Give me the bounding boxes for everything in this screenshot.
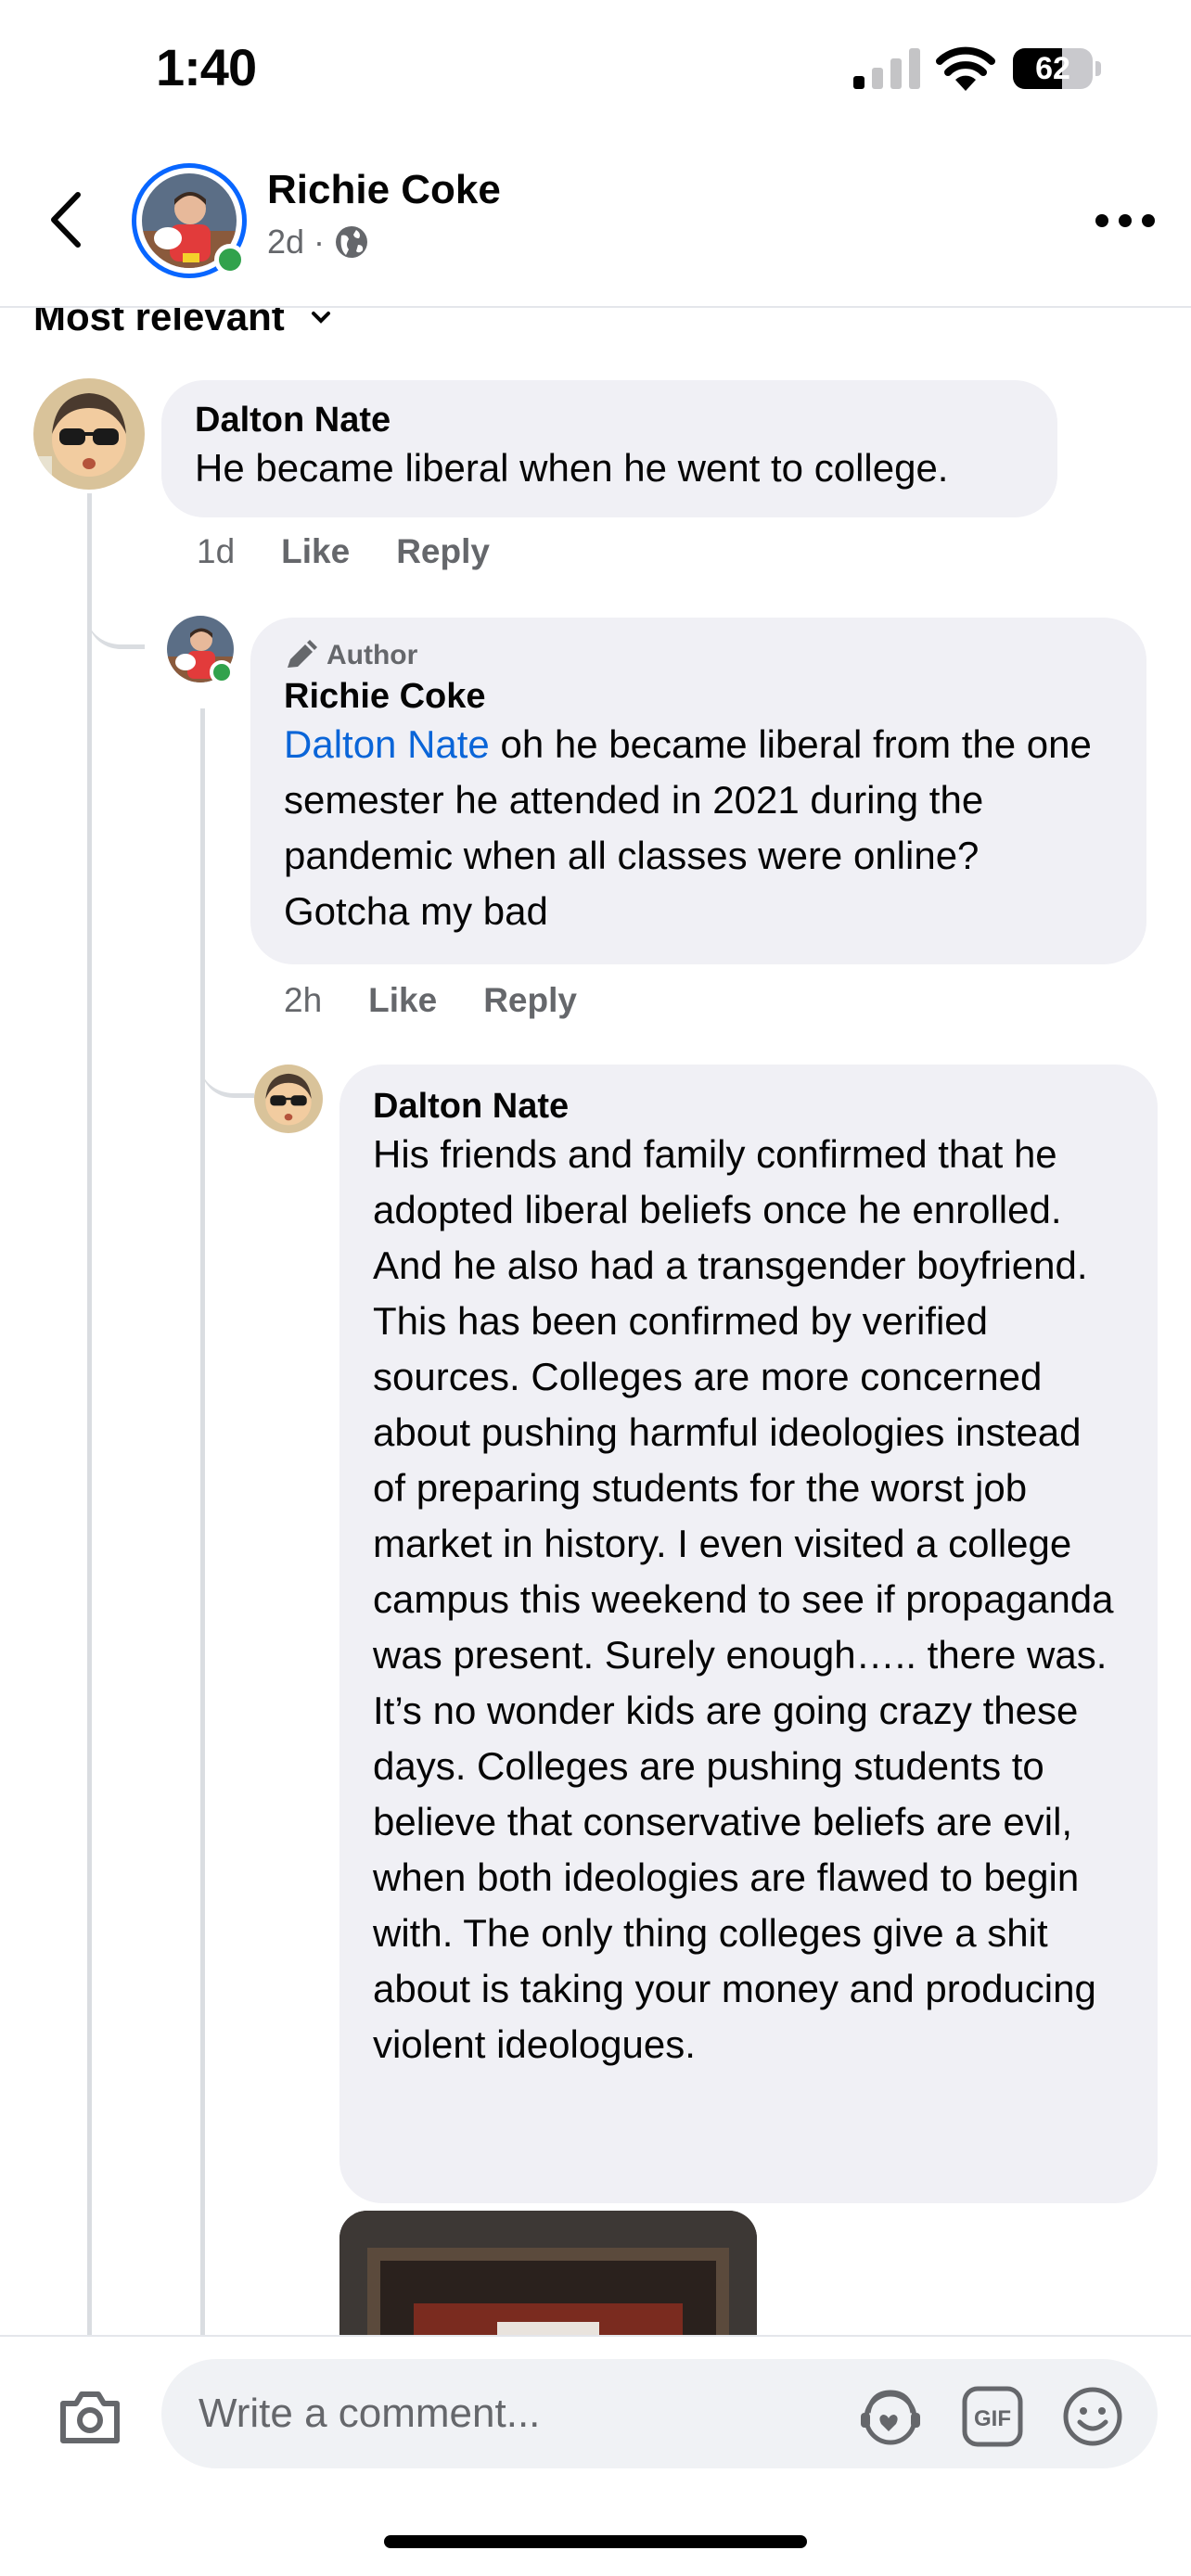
comment-actions: 2h Like Reply: [284, 981, 577, 1020]
online-status-dot: [210, 660, 234, 684]
thread-connector: [200, 1020, 254, 1098]
gif-icon[interactable]: GIF: [961, 2385, 1024, 2448]
globe-icon: [336, 226, 368, 258]
comment-text: His friends and family confirmed that he…: [373, 1132, 1114, 2066]
comment-text: He became liberal when he went to colleg…: [195, 446, 949, 490]
meta-separator: ·: [314, 223, 326, 261]
comment-bubble[interactable]: Dalton Nate He became liberal when he we…: [161, 380, 1057, 517]
like-button[interactable]: Like: [281, 532, 350, 571]
home-indicator[interactable]: [384, 2535, 807, 2548]
author-tag-label: Author: [327, 640, 418, 670]
reply-button[interactable]: Reply: [396, 532, 490, 571]
battery-icon: 62: [1013, 48, 1102, 89]
comment-author-name[interactable]: Dalton Nate: [195, 401, 1024, 440]
chevron-down-icon: [311, 312, 330, 324]
comment-composer: GIF: [0, 2335, 1191, 2576]
avatar-sticker-icon[interactable]: [859, 2385, 922, 2448]
svg-text:GIF: GIF: [974, 2406, 1011, 2431]
comment-bubble[interactable]: Dalton Nate His friends and family confi…: [339, 1065, 1158, 2203]
author-badge: Author: [284, 640, 1113, 671]
comment-text: Dalton Nate oh he became liberal from th…: [284, 717, 1113, 939]
like-button[interactable]: Like: [368, 981, 437, 1020]
reply-button[interactable]: Reply: [483, 981, 577, 1020]
status-time: 1:40: [156, 38, 257, 96]
comment-author-name[interactable]: Richie Coke: [284, 677, 1113, 717]
comment-actions: 1d Like Reply: [197, 532, 490, 571]
comment-time[interactable]: 2h: [284, 981, 322, 1020]
thread-line: [87, 493, 92, 2335]
emoji-icon[interactable]: [1061, 2385, 1124, 2448]
commenter-avatar[interactable]: [33, 378, 145, 490]
post-author-name[interactable]: Richie Coke: [267, 167, 501, 213]
comment-bubble[interactable]: Author Richie Coke Dalton Nate oh he bec…: [250, 618, 1146, 964]
status-bar: 1:40 62: [0, 0, 1191, 139]
back-button[interactable]: [39, 187, 95, 252]
pencil-icon: [288, 640, 317, 668]
camera-icon[interactable]: [58, 2389, 122, 2446]
commenter-avatar[interactable]: [254, 1065, 323, 1133]
thread-line: [200, 708, 205, 2335]
post-header: Richie Coke 2d ·: [0, 139, 1191, 308]
thread-connector: [87, 556, 145, 649]
mention-link[interactable]: Dalton Nate: [284, 722, 490, 766]
wifi-icon: [936, 46, 995, 91]
comment-author-name[interactable]: Dalton Nate: [373, 1087, 1124, 1127]
more-options-button[interactable]: [1093, 210, 1158, 232]
cellular-signal-icon: [853, 48, 920, 89]
battery-level: 62: [1035, 51, 1070, 86]
profile-avatar[interactable]: [132, 163, 247, 278]
comment-time[interactable]: 1d: [197, 532, 235, 571]
online-status-dot: [214, 244, 246, 275]
post-age: 2d: [267, 223, 305, 261]
post-meta: 2d ·: [267, 223, 369, 261]
